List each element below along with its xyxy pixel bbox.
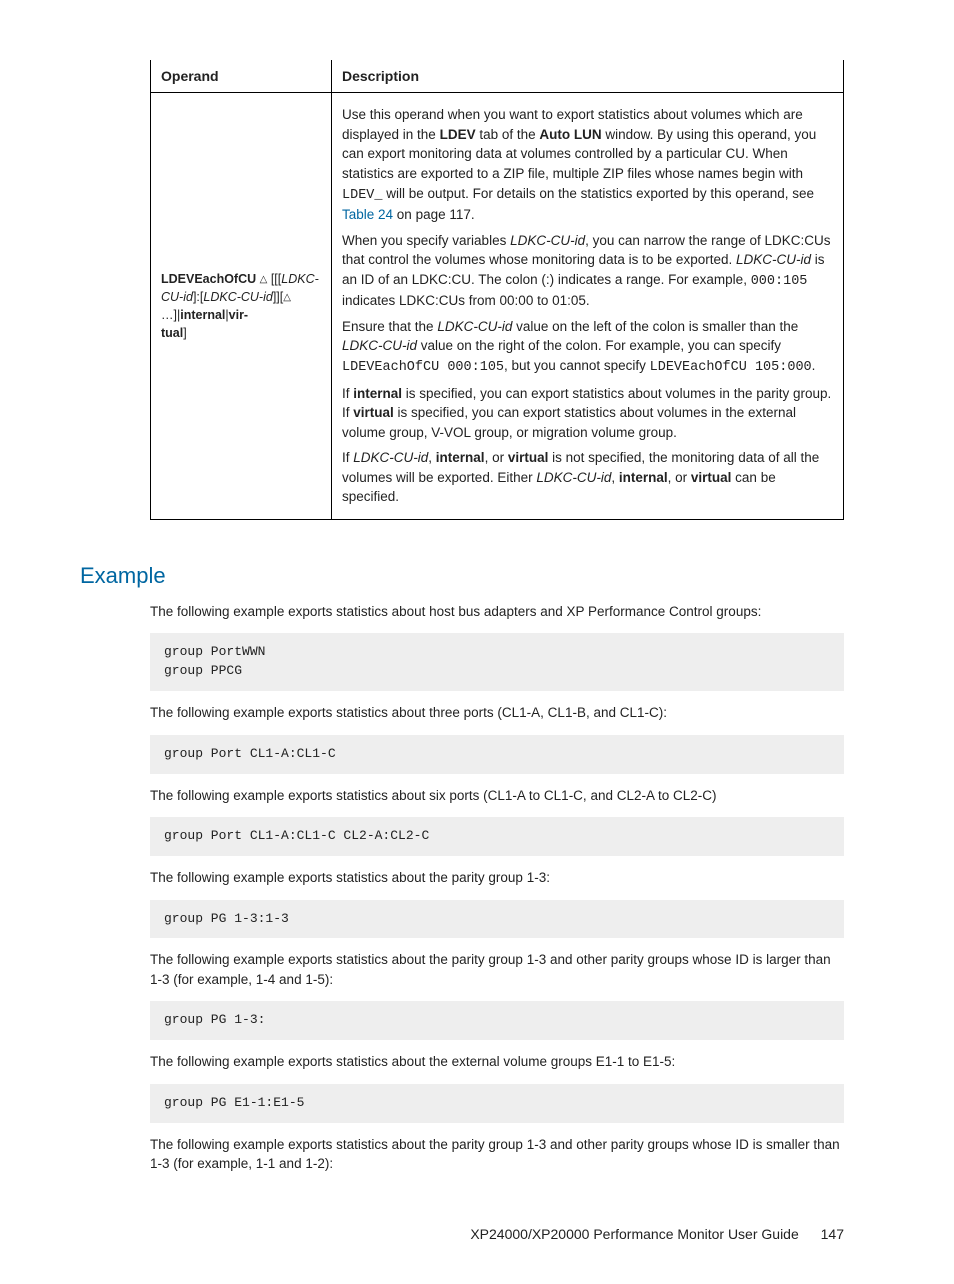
table-24-link[interactable]: Table 24 xyxy=(342,207,393,222)
desc-para-2: When you specify variables LDKC-CU-id, y… xyxy=(342,231,833,311)
desc-para-4: If internal is specified, you can export… xyxy=(342,384,833,443)
example-text-4: The following example exports statistics… xyxy=(150,868,844,888)
example-text-2: The following example exports statistics… xyxy=(150,703,844,723)
triangle-icon: △ xyxy=(260,273,268,288)
example-text-1: The following example exports statistics… xyxy=(150,602,844,622)
desc-para-5: If LDKC-CU-id, internal, or virtual is n… xyxy=(342,448,833,507)
col-header-operand: Operand xyxy=(151,60,332,93)
desc-para-1: Use this operand when you want to export… xyxy=(342,105,833,224)
example-text-7: The following example exports statistics… xyxy=(150,1135,844,1174)
description-cell: Use this operand when you want to export… xyxy=(332,93,844,520)
code-block-3: group Port CL1-A:CL1-C CL2-A:CL2-C xyxy=(150,817,844,856)
example-text-5: The following example exports statistics… xyxy=(150,950,844,989)
page-footer: XP24000/XP20000 Performance Monitor User… xyxy=(80,1224,844,1244)
code-block-6: group PG E1-1:E1-5 xyxy=(150,1084,844,1123)
code-block-4: group PG 1-3:1-3 xyxy=(150,900,844,939)
desc-para-3: Ensure that the LDKC-CU-id value on the … xyxy=(342,317,833,378)
operand-description-table: Operand Description LDEVEachOfCU △ [[[LD… xyxy=(150,60,844,520)
footer-title: XP24000/XP20000 Performance Monitor User… xyxy=(470,1226,798,1242)
example-text-6: The following example exports statistics… xyxy=(150,1052,844,1072)
code-block-5: group PG 1-3: xyxy=(150,1001,844,1040)
triangle-icon: △ xyxy=(283,291,291,306)
col-header-description: Description xyxy=(332,60,844,93)
page-number: 147 xyxy=(821,1226,844,1242)
example-text-3: The following example exports statistics… xyxy=(150,786,844,806)
operand-cell: LDEVEachOfCU △ [[[LDKC-CU-id]:[LDKC-CU-i… xyxy=(151,93,332,520)
code-block-2: group Port CL1-A:CL1-C xyxy=(150,735,844,774)
example-heading: Example xyxy=(80,560,844,592)
code-block-1: group PortWWN group PPCG xyxy=(150,633,844,691)
